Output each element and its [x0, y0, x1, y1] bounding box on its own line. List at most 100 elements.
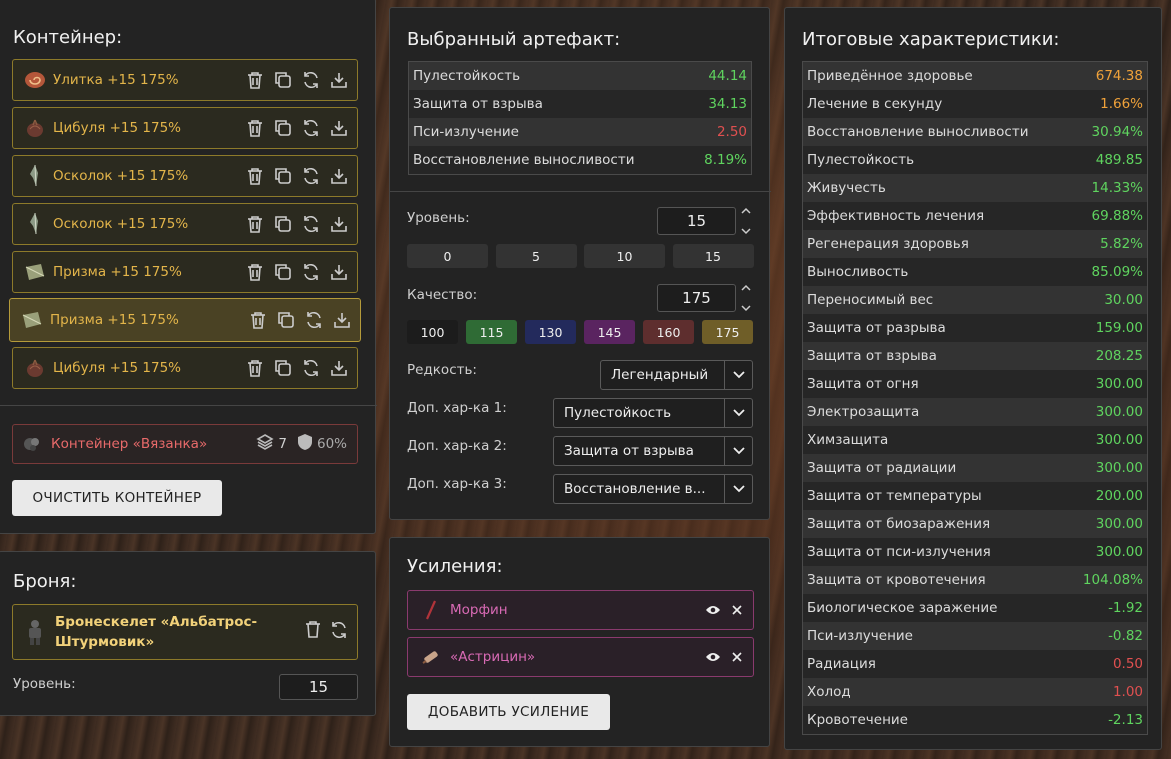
quality-preset-button[interactable]: 130 [525, 320, 576, 344]
armor-level-input[interactable]: 15 [279, 674, 358, 700]
chevron-down-icon[interactable] [741, 228, 751, 235]
trash-icon[interactable] [245, 118, 265, 138]
copy-icon[interactable] [273, 166, 293, 186]
level-preset-button[interactable]: 15 [672, 244, 754, 268]
download-icon[interactable] [329, 358, 349, 378]
divider [0, 405, 377, 406]
stat-row: Защита от разрыва 159.00 [803, 314, 1147, 342]
extra1-value: Пулестойкость [564, 405, 672, 421]
stat-name: Защита от кровотечения [807, 572, 986, 588]
stat-row: Пулестойкость 44.14 [409, 62, 751, 90]
trash-icon[interactable] [245, 262, 265, 282]
trash-icon[interactable] [248, 310, 268, 330]
trash-icon[interactable] [245, 166, 265, 186]
extra2-select[interactable]: Защита от взрыва [553, 436, 753, 466]
level-preset-button[interactable]: 5 [495, 244, 577, 268]
boost-item[interactable]: «Астрицин» [407, 637, 754, 677]
swap-icon[interactable] [301, 214, 321, 234]
container-item[interactable]: Улитка +15 175% [12, 59, 358, 101]
container-summary[interactable]: Контейнер «Вязанка» 7 60% [12, 424, 358, 464]
swap-icon[interactable] [301, 118, 321, 138]
container-item[interactable]: Цибуля +15 175% [12, 347, 358, 389]
close-icon[interactable] [731, 648, 743, 667]
container-panel: Контейнер: Улитка +15 175% Цибуля +15 175… [0, 0, 377, 534]
swap-icon[interactable] [301, 262, 321, 282]
download-icon[interactable] [329, 70, 349, 90]
trash-icon[interactable] [245, 70, 265, 90]
container-name: Контейнер «Вязанка» [51, 436, 208, 452]
download-icon[interactable] [329, 262, 349, 282]
swap-icon[interactable] [301, 358, 321, 378]
shard-artifact-icon [21, 162, 49, 190]
armor-panel: Броня: Бронескелет «Альбатрос- Штурмовик… [0, 551, 376, 716]
swap-icon[interactable] [304, 310, 324, 330]
boost-label: «Астрицин» [450, 649, 536, 665]
swap-icon[interactable] [301, 166, 321, 186]
stat-name: Переносимый вес [807, 292, 934, 308]
quality-preset-button[interactable]: 100 [407, 320, 458, 344]
stat-row: Кровотечение -2.13 [803, 706, 1147, 734]
level-input[interactable]: 15 [657, 207, 736, 235]
container-item[interactable]: Осколок +15 175% [12, 155, 358, 197]
close-icon[interactable] [731, 601, 743, 620]
level-preset-button[interactable]: 10 [584, 244, 665, 268]
stat-row: Восстановление выносливости 8.19% [409, 146, 751, 174]
trash-icon[interactable] [245, 358, 265, 378]
level-preset-button[interactable]: 0 [407, 244, 488, 268]
chevron-up-icon[interactable] [741, 284, 751, 291]
stat-value: 44.14 [708, 68, 747, 84]
add-boost-button[interactable]: ДОБАВИТЬ УСИЛЕНИЕ [407, 694, 610, 730]
trash-icon[interactable] [245, 214, 265, 234]
quality-preset-button[interactable]: 175 [702, 320, 753, 344]
syringe-icon [418, 597, 444, 623]
armor-item[interactable]: Бронескелет «Альбатрос- Штурмовик» [12, 604, 358, 660]
stat-row: Защита от взрыва 34.13 [409, 90, 751, 118]
quality-preset-button[interactable]: 160 [643, 320, 694, 344]
eye-icon[interactable] [705, 648, 721, 667]
container-protection: 60% [297, 433, 347, 455]
container-item[interactable]: Призма +15 175% [12, 251, 358, 293]
eye-icon[interactable] [705, 601, 721, 620]
quality-input[interactable]: 175 [657, 284, 736, 312]
quality-label: Качество: [407, 287, 478, 303]
stat-row: Выносливость 85.09% [803, 258, 1147, 286]
swap-icon[interactable] [329, 620, 349, 644]
quality-stepper[interactable] [740, 284, 752, 312]
clear-container-button[interactable]: ОЧИСТИТЬ КОНТЕЙНЕР [12, 480, 222, 516]
download-icon[interactable] [332, 310, 352, 330]
download-icon[interactable] [329, 118, 349, 138]
quality-preset-button[interactable]: 115 [466, 320, 517, 344]
quality-preset-button[interactable]: 145 [584, 320, 635, 344]
swap-icon[interactable] [301, 70, 321, 90]
extra1-select[interactable]: Пулестойкость [553, 398, 753, 428]
stat-name: Пулестойкость [413, 68, 521, 84]
stat-value: 104.08% [1082, 572, 1143, 588]
stat-row: Живучесть 14.33% [803, 174, 1147, 202]
copy-icon[interactable] [273, 70, 293, 90]
container-item[interactable]: Цибуля +15 175% [12, 107, 358, 149]
copy-icon[interactable] [273, 118, 293, 138]
copy-icon[interactable] [273, 262, 293, 282]
copy-icon[interactable] [273, 358, 293, 378]
copy-icon[interactable] [276, 310, 296, 330]
chevron-down-icon[interactable] [741, 305, 751, 312]
container-item[interactable]: Призма +15 175% [9, 298, 361, 342]
extra3-value: Восстановление в... [564, 481, 706, 497]
totals-table: Приведённое здоровье 674.38 Лечение в секу… [802, 61, 1148, 735]
stat-name: Эффективность лечения [807, 208, 985, 224]
download-icon[interactable] [329, 214, 349, 234]
trash-icon[interactable] [305, 620, 321, 644]
chevron-up-icon[interactable] [741, 207, 751, 214]
stat-name: Восстановление выносливости [413, 152, 635, 168]
extra3-select[interactable]: Восстановление в... [553, 474, 753, 504]
stat-row: Химзащита 300.00 [803, 426, 1147, 454]
rarity-value: Легендарный [611, 367, 709, 383]
container-item[interactable]: Осколок +15 175% [12, 203, 358, 245]
download-icon[interactable] [329, 166, 349, 186]
stat-name: Защита от разрыва [807, 320, 946, 336]
rarity-select[interactable]: Легендарный [600, 360, 753, 390]
copy-icon[interactable] [273, 214, 293, 234]
stat-name: Защита от пси-излучения [807, 544, 991, 560]
boost-item[interactable]: Морфин [407, 590, 754, 630]
level-stepper[interactable] [740, 207, 752, 235]
